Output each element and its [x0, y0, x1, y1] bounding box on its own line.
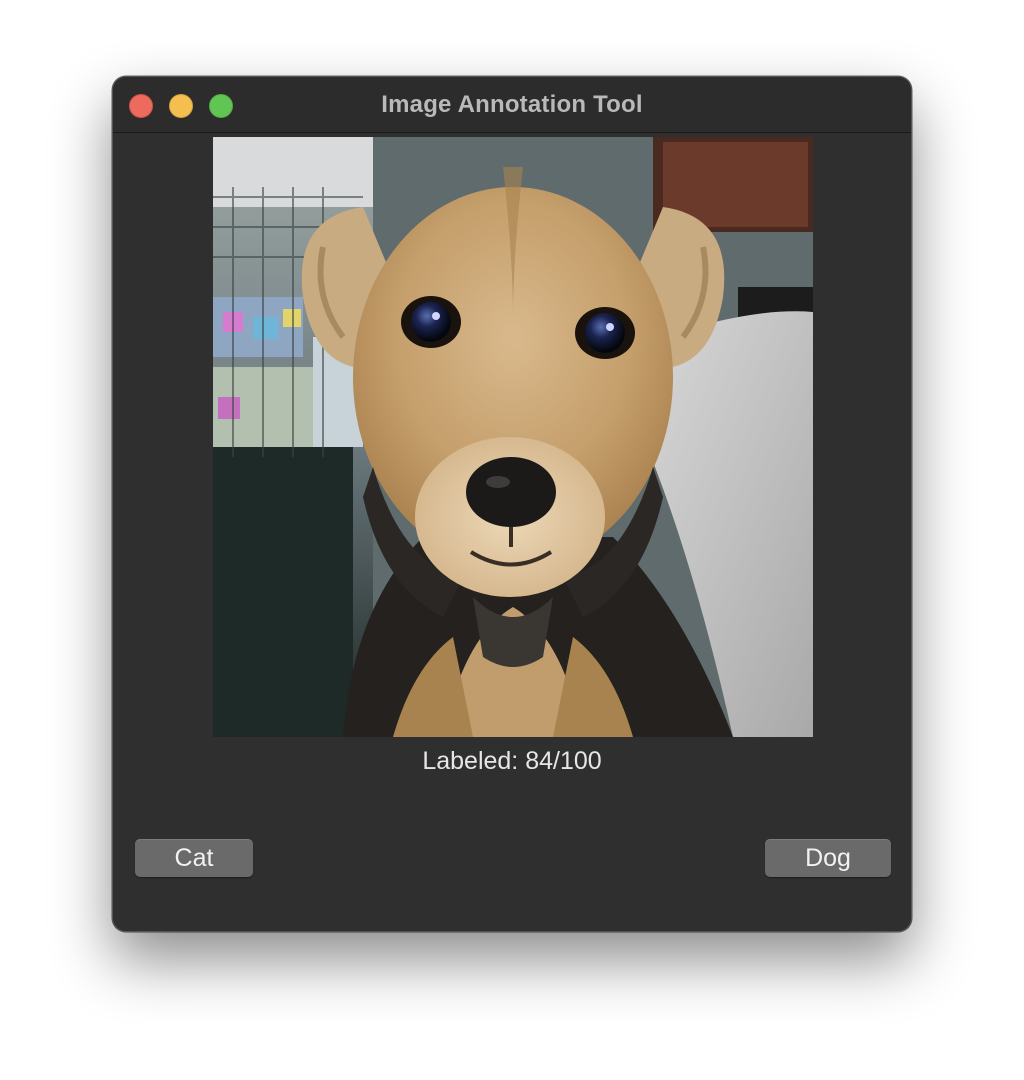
labeled-progress-text: Labeled: 84/100 [422, 747, 602, 775]
cat-button[interactable]: Cat [135, 839, 253, 877]
app-window: Image Annotation Tool Labeled: 84/100 Ca… [112, 76, 912, 932]
title-bar[interactable]: Image Annotation Tool [113, 77, 911, 133]
dog-button[interactable]: Dog [765, 839, 891, 877]
window-title: Image Annotation Tool [381, 91, 643, 118]
dog-photo-illustration [213, 137, 813, 737]
dog-photo [213, 137, 813, 737]
